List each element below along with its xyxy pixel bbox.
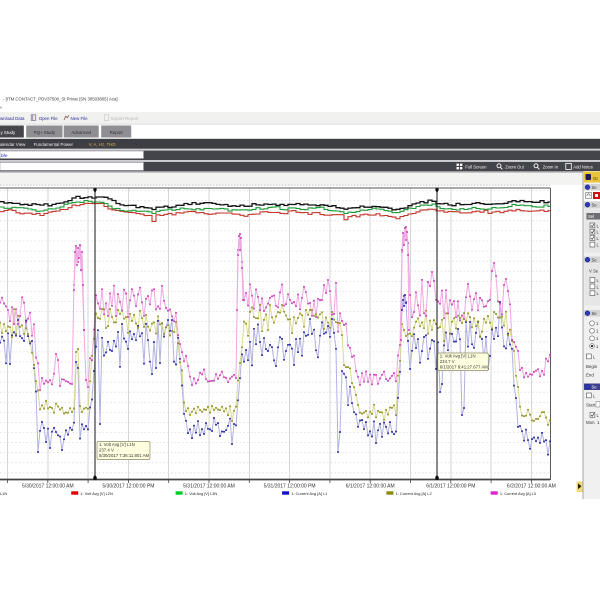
svg-text:V, A, Hz, THD: V, A, Hz, THD [89,142,116,147]
svg-text:Report: Report [110,130,124,135]
svg-text:Start: Start [586,403,596,408]
svg-text:6/2/2017 12:00:00 AM: 6/2/2017 12:00:00 AM [507,484,556,490]
svg-text:Zoom In: Zoom In [543,164,559,169]
svg-text:ble: ble [1,153,8,159]
svg-text:1: Current Avg [A] L1: 1: Current Avg [A] L1 [291,491,327,496]
svg-text:Mon: Mon [586,420,595,425]
svg-text:V Se: V Se [589,269,599,274]
svg-text:Advanced: Advanced [71,130,91,135]
svg-text:y Study: y Study [1,130,16,135]
svg-text:Fundamental Power: Fundamental Power [34,142,74,147]
svg-text:1: Volt Avg [V] L3N: 1: Volt Avg [V] L3N [185,491,218,496]
svg-text:L1N: L1N [0,491,7,496]
svg-text:PQ+ Study: PQ+ Study [34,130,56,135]
svg-text:Full Screen: Full Screen [465,164,487,169]
svg-text:1: Volt Avg [V] L1N: 1: Volt Avg [V] L1N [99,442,135,447]
svg-text:234.7 V: 234.7 V [440,359,455,364]
svg-text:6/1/2017 8:41:27.677 AM: 6/1/2017 8:41:27.677 AM [440,365,488,370]
svg-text:Se: Se [592,311,598,316]
svg-text:alendar View: alendar View [0,142,26,147]
svg-text:5/31/2017 12:00:00 PM: 5/31/2017 12:00:00 PM [264,484,316,490]
svg-text:Add Notes: Add Notes [573,164,593,169]
svg-text:6/1/2017 12:00:00 AM: 6/1/2017 12:00:00 AM [346,484,395,490]
svg-text:Open File: Open File [39,116,59,121]
svg-text:237.4 V: 237.4 V [99,448,114,453]
svg-text:1: Current Avg [A] L3: 1: Current Avg [A] L3 [500,491,536,496]
svg-text:1: Volt Avg [V] L1N: 1: Volt Avg [V] L1N [440,354,476,359]
svg-text:Sel: Sel [588,214,594,219]
svg-text:Gr: Gr [593,176,599,181]
svg-text:5/31/2017 12:00:00 AM: 5/31/2017 12:00:00 AM [183,484,235,490]
svg-text:5/30/2017 12:00:00 PM: 5/30/2017 12:00:00 PM [102,484,154,490]
svg-text:Zoom Out: Zoom Out [505,164,524,169]
svg-text:End: End [586,373,594,378]
svg-text:- [ITM CONTACT_PDV37500_St Pri: - [ITM CONTACT_PDV37500_St Privat (SN 30… [3,97,118,102]
svg-text:Se: Se [592,385,598,390]
svg-text:Export Report: Export Report [111,116,139,121]
svg-text:6/1/2017 12:00:00 PM: 6/1/2017 12:00:00 PM [426,484,475,490]
svg-text:New File: New File [71,116,89,121]
svg-text:wnload Data: wnload Data [0,116,25,121]
svg-text:5/30/2017 7:36:11.801 AM: 5/30/2017 7:36:11.801 AM [99,453,150,458]
svg-text:Se: Se [592,185,598,190]
svg-text:5/30/2017 12:00:00 AM: 5/30/2017 12:00:00 AM [22,484,74,490]
svg-text:Se: Se [592,258,598,263]
svg-text:1: Current Avg [A] L2: 1: Current Avg [A] L2 [396,491,432,496]
svg-text:1: Volt Avg [V] L2N: 1: Volt Avg [V] L2N [80,491,113,496]
svg-text:Se: Se [592,203,598,208]
svg-text:Begin: Begin [586,364,598,369]
